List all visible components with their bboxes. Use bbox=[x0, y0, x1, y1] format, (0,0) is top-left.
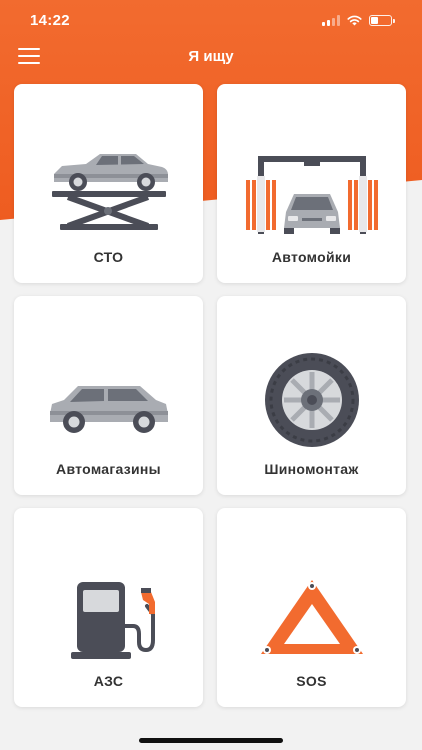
status-bar: 14:22 bbox=[0, 0, 422, 40]
car-lift-icon bbox=[51, 154, 168, 230]
category-card-sos[interactable]: SOS bbox=[217, 508, 406, 707]
category-card-sto[interactable]: СТО bbox=[14, 84, 203, 283]
battery-icon bbox=[369, 14, 395, 26]
category-label: Автомагазины bbox=[56, 461, 161, 477]
tire-icon bbox=[264, 353, 359, 447]
category-label: АЗС bbox=[93, 673, 124, 689]
category-label: Автомойки bbox=[271, 249, 352, 265]
warning-triangle-icon bbox=[260, 580, 363, 654]
car-wash-icon bbox=[245, 156, 378, 234]
home-indicator[interactable] bbox=[139, 738, 283, 743]
cellular-signal-icon bbox=[322, 14, 340, 26]
category-card-car-wash[interactable]: Автомойки bbox=[217, 84, 406, 283]
category-card-auto-shops[interactable]: Автомагазины bbox=[14, 296, 203, 495]
category-card-tire-service[interactable]: Шиномонтаж bbox=[217, 296, 406, 495]
battery-level bbox=[371, 16, 378, 24]
page-title: Я ищу bbox=[188, 47, 234, 65]
status-time: 14:22 bbox=[30, 11, 70, 29]
category-grid: СТО Автомойки Автомагазины Шиномонтаж АЗ… bbox=[14, 84, 408, 707]
status-icons bbox=[322, 14, 395, 26]
wifi-icon bbox=[347, 15, 362, 25]
category-label: Шиномонтаж bbox=[264, 461, 359, 477]
category-label: SOS bbox=[296, 673, 327, 689]
hamburger-menu-icon[interactable] bbox=[18, 48, 40, 64]
suv-car-icon bbox=[49, 386, 168, 433]
category-card-gas-station[interactable]: АЗС bbox=[14, 508, 203, 707]
category-label: СТО bbox=[93, 249, 124, 265]
nav-bar: Я ищу bbox=[0, 40, 422, 72]
fuel-pump-icon bbox=[70, 582, 155, 659]
